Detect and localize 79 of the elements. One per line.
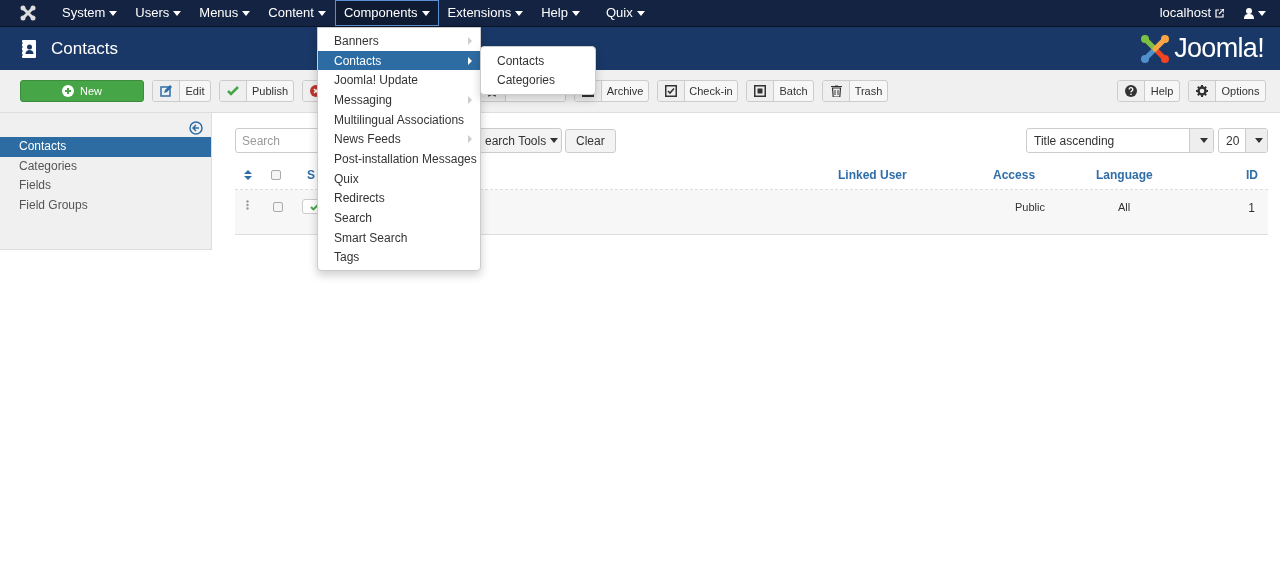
caret-icon (173, 10, 182, 16)
sidebar-item[interactable]: Fields (0, 176, 211, 196)
nav-menu[interactable]: Content (259, 0, 335, 26)
caret-icon (242, 10, 251, 16)
submenu-arrow-icon (468, 56, 472, 65)
nav-menu[interactable]: Menus (190, 0, 260, 26)
caret-icon (636, 10, 645, 16)
checkbox-icon (665, 85, 677, 97)
edit-button[interactable]: Edit (152, 80, 211, 102)
menu-item[interactable]: Tags (318, 247, 480, 268)
menu-item[interactable]: Banners (318, 31, 480, 51)
site-link[interactable]: localhost (1159, 3, 1224, 23)
check-icon (227, 86, 239, 96)
table-cell-text: All (1118, 200, 1132, 215)
menu-item[interactable]: Contacts (318, 50, 480, 71)
caret-icon (571, 10, 580, 16)
column-header[interactable]: ID (1246, 165, 1258, 184)
menu-item[interactable]: Multilingual Associations (318, 109, 480, 130)
caret-icon (1258, 10, 1266, 16)
table-cell-text: 1 (1248, 200, 1255, 217)
menu-item[interactable]: Search (318, 208, 480, 228)
options-button[interactable]: Options (1188, 80, 1266, 102)
checkin-button[interactable]: Check-in (657, 80, 738, 102)
caret-icon (1199, 138, 1208, 143)
square-icon (754, 85, 766, 97)
menu-item[interactable]: Messaging (318, 90, 480, 110)
select-all-checkbox[interactable] (271, 169, 281, 180)
user-menu[interactable] (1244, 7, 1266, 19)
joomla-icon[interactable] (20, 5, 36, 21)
plus-icon (62, 85, 74, 97)
menu-item[interactable]: Quix (318, 168, 480, 189)
caret-icon (550, 138, 559, 143)
collapse-icon[interactable] (189, 121, 203, 135)
logo-icon (1140, 33, 1171, 64)
nav-menu[interactable]: Quix (596, 0, 654, 26)
column-header[interactable]: Linked User (838, 165, 993, 184)
row-checkbox[interactable] (273, 202, 283, 212)
column-header[interactable]: S (307, 165, 315, 184)
address-book-icon (21, 39, 37, 58)
nav-menu[interactable]: Extensions (438, 0, 533, 26)
trash-icon (830, 85, 842, 97)
menu-item[interactable]: Redirects (318, 188, 480, 209)
sidebar-item[interactable]: Field Groups (0, 195, 211, 215)
submenu-arrow-icon (468, 95, 472, 104)
settings-icon (1196, 85, 1208, 97)
user-icon (1244, 7, 1254, 19)
sort-icon[interactable] (244, 169, 252, 180)
nav-menu[interactable]: Users (126, 0, 191, 26)
menu-item[interactable]: Contacts (481, 51, 595, 71)
drag-handle-icon[interactable] (246, 200, 249, 210)
submenu-arrow-icon (468, 36, 472, 45)
page-title: Contacts (51, 37, 119, 60)
clear-button[interactable]: Clear (565, 128, 616, 153)
caret-icon (317, 10, 326, 16)
trash-button[interactable]: Trash (822, 80, 888, 102)
column-header[interactable]: Language (1096, 165, 1246, 184)
sidebar-item[interactable]: Contacts (0, 137, 211, 157)
nav-menu[interactable]: System (53, 0, 127, 26)
menu-item[interactable]: Joomla! Update (318, 70, 480, 91)
help-button[interactable]: Help (1117, 80, 1180, 102)
caret-icon (421, 10, 430, 16)
nav-menu[interactable]: Help (532, 0, 589, 26)
help-icon (1125, 85, 1137, 97)
publish-button[interactable]: Publish (219, 80, 294, 102)
caret-icon (109, 10, 118, 16)
nav-menu[interactable]: Components (334, 0, 439, 26)
caret-icon (1254, 138, 1263, 143)
menu-item[interactable]: Smart Search (318, 227, 480, 248)
limit-select[interactable]: 20 (1218, 128, 1268, 153)
submenu-arrow-icon (468, 135, 472, 144)
column-header[interactable]: Access (993, 165, 1096, 184)
caret-icon (515, 10, 524, 16)
edit-icon (160, 85, 172, 97)
sidebar-item[interactable]: Categories (0, 156, 211, 176)
batch-button[interactable]: Batch (746, 80, 814, 102)
ordering-select[interactable]: Title ascending (1026, 128, 1214, 153)
table-cell-text: Public (1015, 200, 1046, 215)
external-link-icon (1215, 8, 1224, 18)
brand-name: Joomla! (1174, 32, 1264, 66)
